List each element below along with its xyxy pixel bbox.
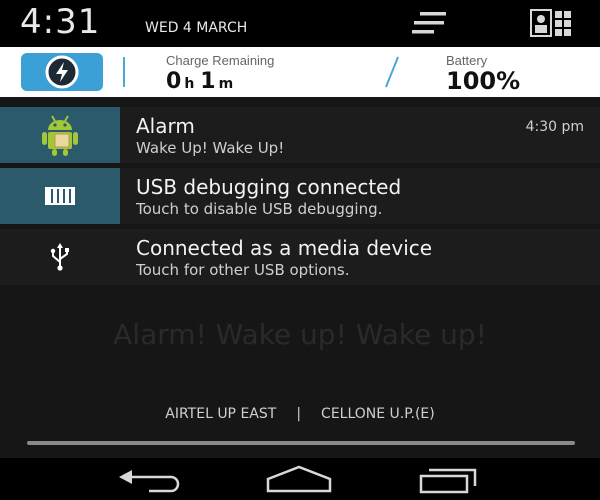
usb-icon <box>50 243 69 271</box>
recent-apps-button[interactable] <box>415 464 485 494</box>
notification-text: Touch for other USB options. <box>136 261 350 279</box>
charge-remaining-value: 0h1m <box>166 69 239 97</box>
android-alarm-icon <box>42 115 78 156</box>
notification-usb-debugging[interactable]: USB debugging connected Touch to disable… <box>0 168 600 224</box>
date: WED 4 MARCH <box>145 20 248 36</box>
charge-minutes: 1 <box>200 69 216 94</box>
widget-slash-divider <box>385 56 399 88</box>
settings-sliders-icon <box>412 12 446 34</box>
notification-time: 4:30 pm <box>525 119 584 135</box>
notification-icon-area <box>0 229 120 285</box>
settings-toggle-button[interactable] <box>410 8 456 38</box>
carrier-separator: | <box>296 406 302 422</box>
background-alarm-text: Alarm! Wake up! Wake up! <box>113 318 487 351</box>
quick-settings-icon <box>530 9 571 37</box>
battery-percent: 100% <box>446 67 521 95</box>
charging-clock-icon <box>45 55 79 89</box>
home-icon <box>266 465 332 493</box>
charge-remaining-label: Charge Remaining <box>166 53 275 68</box>
notification-header: 4:31 WED 4 MARCH <box>0 0 600 47</box>
notification-icon-area <box>0 107 120 163</box>
notification-text: Wake Up! Wake Up! <box>136 139 285 157</box>
back-button[interactable] <box>115 464 185 494</box>
charge-hours-unit: h <box>184 76 195 92</box>
charge-minutes-unit: m <box>218 76 234 92</box>
notification-media-device[interactable]: Connected as a media device Touch for ot… <box>0 229 600 285</box>
home-button[interactable] <box>264 464 334 494</box>
notification-panel-handle[interactable] <box>27 441 575 445</box>
recent-apps-icon <box>419 468 477 494</box>
notification-title: Alarm <box>136 114 195 138</box>
carrier-left: AIRTEL UP EAST <box>165 406 277 422</box>
usb-debugging-icon <box>45 187 75 205</box>
carrier-right: CELLONE U.P.(E) <box>321 406 435 422</box>
clock: 4:31 <box>20 2 101 42</box>
carrier-info: AIRTEL UP EAST | CELLONE U.P.(E) <box>0 406 600 422</box>
battery-app-icon[interactable] <box>21 53 103 91</box>
notification-title: USB debugging connected <box>136 175 402 199</box>
navigation-bar <box>0 458 600 500</box>
notification-alarm[interactable]: Alarm 4:30 pm Wake Up! Wake Up! <box>0 107 600 163</box>
notification-title: Connected as a media device <box>136 236 433 260</box>
notification-icon-area <box>0 168 120 224</box>
quick-settings-button[interactable] <box>527 8 573 38</box>
back-icon <box>119 470 180 493</box>
notification-text: Touch to disable USB debugging. <box>136 200 383 218</box>
widget-divider <box>123 57 125 87</box>
charge-hours: 0 <box>166 69 182 94</box>
battery-widget[interactable]: Charge Remaining 0h1m Battery 100% <box>0 47 600 97</box>
